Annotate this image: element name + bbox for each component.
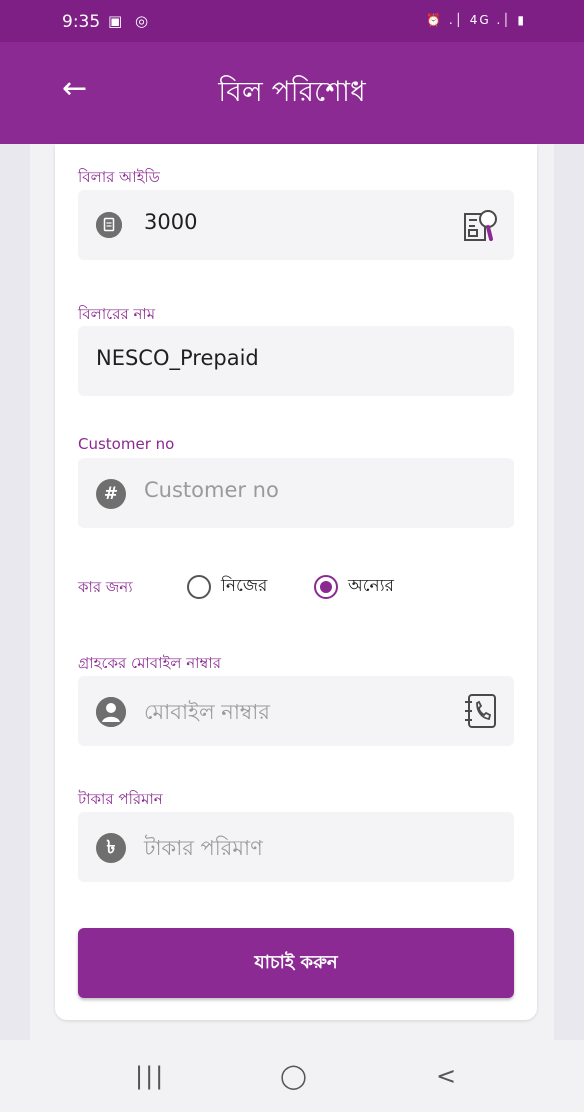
user-icon	[96, 697, 126, 727]
contact-book-icon[interactable]	[462, 692, 500, 730]
status-time: 9:35	[62, 12, 101, 32]
taka-icon: ৳	[96, 833, 126, 863]
biller-name-field: NESCO_Prepaid	[78, 326, 514, 396]
biller-name-label: বিলারের নাম	[78, 305, 156, 323]
customer-no-input[interactable]: Customer no	[144, 478, 279, 502]
mobile-number-input[interactable]: মোবাইল নাম্বার	[144, 696, 270, 731]
verify-button[interactable]: যাচাই করুন	[78, 928, 514, 998]
radio-circle-selected[interactable]	[314, 575, 338, 599]
customer-mobile-field[interactable]: মোবাইল নাম্বার	[78, 676, 514, 746]
customer-mobile-label: গ্রাহকের মোবাইল নাম্বার	[78, 654, 221, 672]
radio-others-label: অন্যের	[348, 576, 394, 596]
back-nav-icon[interactable]: <	[436, 1062, 456, 1090]
system-nav-bar: ||| ◯ <	[0, 1040, 584, 1112]
home-icon[interactable]: ◯	[280, 1062, 307, 1090]
biller-id-field: 3000	[78, 190, 514, 260]
amount-label: টাকার পরিমান	[78, 790, 163, 808]
recents-icon[interactable]: |||	[135, 1062, 165, 1090]
customer-no-field[interactable]: # Customer no	[78, 458, 514, 528]
status-bar: 9:35 ▣ ◎ ⏰ .│ 4G .│ ▮	[0, 0, 584, 42]
biller-id-label: বিলার আইডি	[78, 168, 160, 186]
amount-field[interactable]: ৳ টাকার পরিমাণ	[78, 812, 514, 882]
biller-name-value: NESCO_Prepaid	[96, 346, 259, 370]
radio-others[interactable]: অন্যের	[314, 572, 394, 602]
radio-self-label: নিজের	[221, 576, 268, 596]
amount-input[interactable]: টাকার পরিমাণ	[144, 832, 263, 867]
system-status-icons: ⏰ .│ 4G .│ ▮	[426, 13, 526, 27]
radio-self[interactable]: নিজের	[187, 572, 267, 602]
customer-no-label: Customer no	[78, 435, 175, 453]
background-right	[554, 144, 584, 1112]
radio-circle[interactable]	[187, 575, 211, 599]
notification-icons: ▣ ◎	[108, 12, 153, 30]
for-whom-label: কার জন্য	[78, 578, 133, 596]
background-left	[0, 144, 30, 1112]
document-icon	[96, 212, 122, 238]
app-bar: ← বিল পরিশোধ	[0, 42, 584, 144]
biller-id-value[interactable]: 3000	[144, 210, 197, 234]
search-document-icon[interactable]	[462, 206, 500, 244]
page-title: বিল পরিশোধ	[218, 75, 366, 108]
hash-icon: #	[96, 479, 126, 509]
